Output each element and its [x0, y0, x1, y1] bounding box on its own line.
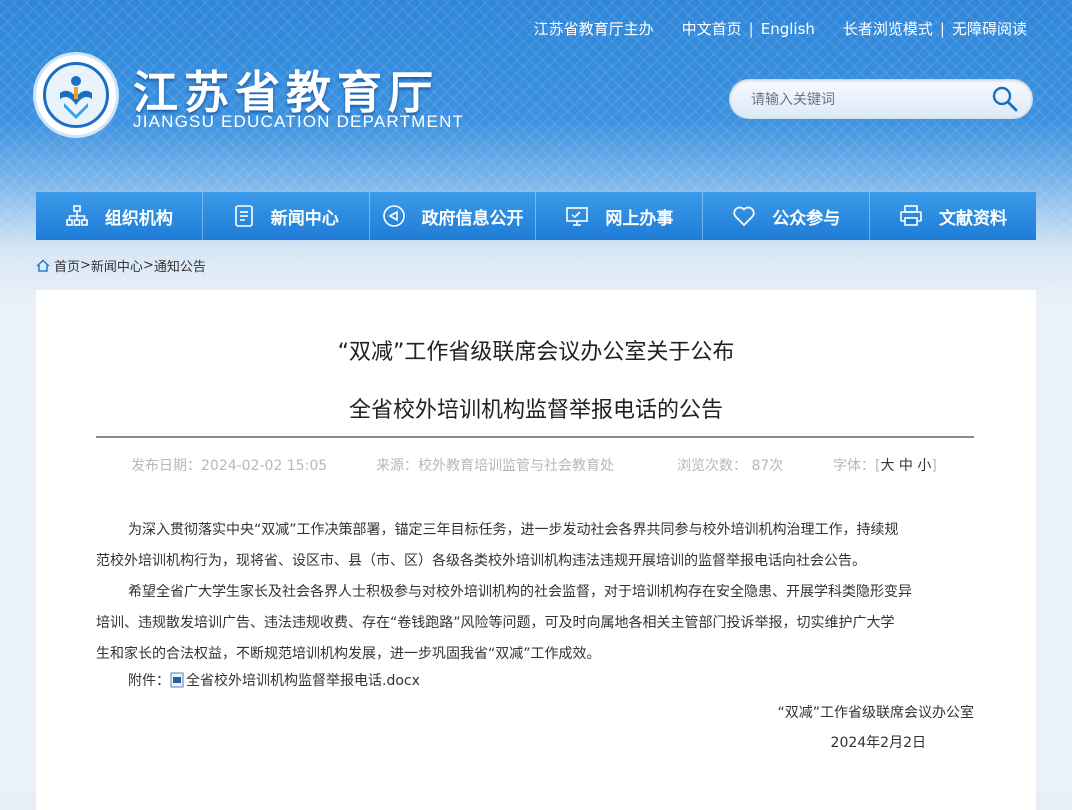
breadcrumb-separator: > — [142, 258, 154, 273]
emblem-ring — [43, 62, 109, 128]
document-icon — [234, 205, 253, 227]
department-emblem-logo[interactable] — [36, 55, 116, 135]
font-size-control: 字体：[大 中 小] — [833, 455, 937, 475]
nav-item-documents[interactable]: 文献资料 — [870, 192, 1036, 240]
nav-label: 政府信息公开 — [421, 208, 524, 229]
nav-label: 文献资料 — [939, 208, 1008, 229]
attachment-link[interactable]: 全省校外培训机构监督举报电话.docx — [186, 670, 420, 690]
main-nav: 组织机构 新闻中心 政府信息公开 网上办事 公众参与 文献资料 — [36, 192, 1036, 240]
signature: “双减”工作省级联席会议办公室 — [777, 705, 974, 721]
paragraph-2-cont2: 生和家长的合法权益，不断规范培训机构发展，进一步巩固我省“双减”工作成效。 — [96, 639, 996, 670]
home-icon — [36, 259, 50, 272]
printer-icon — [900, 205, 922, 226]
article-panel: “双减”工作省级联席会议办公室关于公布 全省校外培训机构监督举报电话的公告 发布… — [36, 290, 1036, 810]
top-link-sponsor: 江苏省教育厅主办 — [533, 20, 654, 38]
nav-item-organization[interactable]: 组织机构 — [36, 192, 203, 240]
top-links: 江苏省教育厅主办 中文首页 | English 长者浏览模式 | 无障碍阅读 — [534, 18, 1027, 39]
search-icon[interactable] — [991, 85, 1019, 113]
paragraph-1-line-1: 为深入贯彻落实中央“双减”工作决策部署，锚定三年目标任务，进一步发动社会各界共同… — [128, 522, 899, 538]
paragraph-2: 希望全省广大学生家长及社会各界人士积极参与对校外培训机构的社会监督，对于培训机构… — [128, 577, 974, 608]
font-size-large[interactable]: 大 — [880, 458, 894, 474]
monitor-icon — [566, 207, 589, 226]
nav-item-news[interactable]: 新闻中心 — [203, 192, 370, 240]
attachment-row: 附件： 全省校外培训机构监督举报电话.docx — [128, 670, 420, 690]
paragraph-2-line-2: 培训、违规散发培训广告、违法违规收费、存在“卷钱跑路”风险等问题，可及时向属地各… — [96, 615, 895, 631]
breadcrumb-notices[interactable]: 通知公告 — [154, 256, 206, 275]
search-box — [729, 79, 1033, 119]
paragraph-1: 为深入贯彻落实中央“双减”工作决策部署，锚定三年目标任务，进一步发动社会各界共同… — [128, 515, 974, 546]
divider: | — [939, 19, 945, 38]
nav-item-gov-info[interactable]: 政府信息公开 — [370, 192, 537, 240]
site-subtitle: JIANGSU EDUCATION DEPARTMENT — [133, 112, 465, 131]
emblem-icon — [60, 76, 92, 119]
org-chart-icon — [66, 205, 88, 226]
nav-label: 公众参与 — [772, 208, 841, 229]
breadcrumb: 首页 > 新闻中心 > 通知公告 — [36, 256, 206, 275]
article-source: 来源：校外教育培训监管与社会教育处 — [376, 458, 614, 474]
top-link-english[interactable]: English — [761, 20, 815, 38]
nav-label: 新闻中心 — [270, 208, 339, 229]
breadcrumb-news[interactable]: 新闻中心 — [91, 256, 143, 275]
paragraph-2-line-1: 希望全省广大学生家长及社会各界人士积极参与对校外培训机构的社会监督，对于培训机构… — [128, 584, 912, 600]
breadcrumb-separator: > — [80, 258, 91, 273]
title-divider — [96, 436, 974, 438]
article-title-line2: 全省校外培训机构监督举报电话的公告 — [348, 398, 723, 423]
font-size-label: 字体：[ — [833, 458, 881, 474]
paragraph-1-line-2: 范校外培训机构行为，现将省、设区市、县（市、区）各级各类校外培训机构违法违规开展… — [96, 553, 866, 569]
nav-item-public-participation[interactable]: 公众参与 — [703, 192, 871, 240]
font-size-medium[interactable]: 中 — [899, 458, 913, 474]
word-doc-icon — [170, 672, 184, 688]
nav-item-online-services[interactable]: 网上办事 — [536, 192, 704, 240]
top-link-accessibility[interactable]: 无障碍阅读 — [952, 18, 1027, 39]
paragraph-2-cont: 培训、违规散发培训广告、违法违规收费、存在“卷钱跑路”风险等问题，可及时向属地各… — [96, 608, 996, 639]
paragraph-1-cont: 范校外培训机构行为，现将省、设区市、县（市、区）各级各类校外培训机构违法违规开展… — [96, 546, 996, 577]
font-size-close: ] — [931, 458, 937, 474]
top-link-chinese-home[interactable]: 中文首页 — [682, 18, 742, 39]
divider: | — [748, 19, 754, 38]
font-size-small[interactable]: 小 — [917, 458, 931, 474]
article-title-line1: “双减”工作省级联席会议办公室关于公布 — [337, 340, 735, 365]
nav-label: 组织机构 — [104, 208, 173, 229]
heart-icon — [733, 206, 755, 227]
megaphone-icon — [382, 205, 405, 227]
publish-date: 发布日期：2024-02-02 15:05 — [131, 458, 328, 474]
search-input[interactable] — [749, 89, 973, 111]
breadcrumb-home[interactable]: 首页 — [54, 256, 80, 275]
sign-date: 2024年2月2日 — [830, 735, 926, 751]
attachment-label: 附件： — [128, 673, 170, 689]
view-count: 浏览次数： 87次 — [677, 458, 784, 474]
nav-label: 网上办事 — [605, 208, 674, 229]
paragraph-2-line-3: 生和家长的合法权益，不断规范培训机构发展，进一步巩固我省“双减”工作成效。 — [96, 646, 601, 662]
top-link-elder-mode[interactable]: 长者浏览模式 — [843, 18, 933, 39]
